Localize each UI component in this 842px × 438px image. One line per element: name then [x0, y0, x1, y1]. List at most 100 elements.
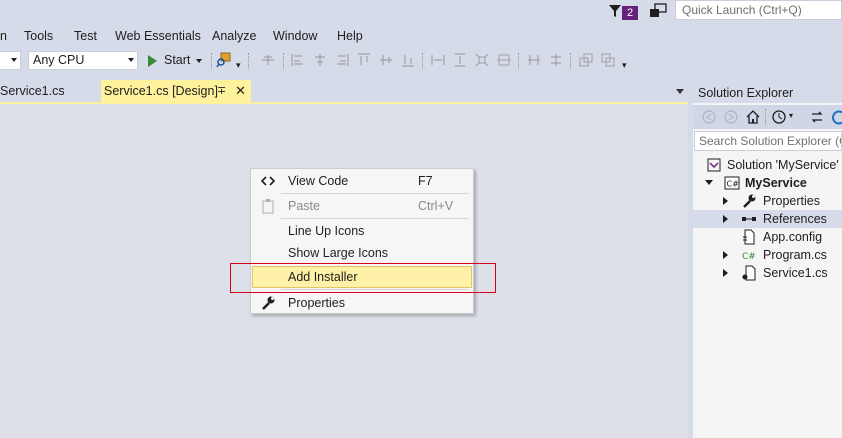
solution-explorer-pane: Solution Explorer ▾ Search Solution Expl… — [693, 83, 842, 438]
menu-item-help[interactable]: Help — [337, 29, 363, 43]
expander-closed-icon[interactable] — [723, 251, 728, 259]
menu-separator — [281, 193, 469, 194]
config-file-icon — [743, 229, 755, 245]
tree-item-label: Properties — [763, 194, 820, 208]
vertical-spacing-icon[interactable] — [548, 52, 564, 68]
svg-text:C#: C# — [727, 180, 740, 189]
find-in-files-icon[interactable] — [216, 52, 232, 68]
tree-item-label: MyService — [745, 176, 807, 190]
tree-item-label: Solution 'MyService' ( — [727, 158, 842, 172]
toolbar-separator — [518, 53, 520, 69]
tab-service1-cs[interactable]: Service1.cs — [0, 80, 98, 102]
align-centers-icon[interactable] — [312, 52, 328, 68]
feedback-icon[interactable] — [648, 2, 668, 20]
wrench-icon — [743, 194, 756, 208]
horizontal-spacing-icon[interactable] — [526, 52, 542, 68]
menu-item-properties[interactable]: Properties — [252, 292, 472, 314]
make-same-width-icon[interactable] — [430, 52, 446, 68]
size-to-grid-icon[interactable] — [474, 52, 490, 68]
menu-item-partial[interactable]: n — [0, 29, 7, 43]
bring-to-front-icon[interactable] — [578, 52, 594, 68]
menu-item-window[interactable]: Window — [273, 29, 317, 43]
expander-open-icon[interactable] — [705, 180, 713, 185]
paste-icon — [262, 199, 274, 214]
solution-explorer-title: Solution Explorer — [693, 83, 842, 103]
history-icon[interactable] — [771, 109, 787, 125]
align-tops-icon[interactable] — [356, 52, 372, 68]
menu-item-paste[interactable]: Paste Ctrl+V — [252, 195, 472, 217]
document-tab-strip: Service1.cs Service1.cs [Design] ∓ ✕ — [0, 80, 688, 102]
expander-closed-icon[interactable] — [723, 197, 728, 205]
sync-icon[interactable] — [809, 109, 825, 125]
toolbar-separator — [422, 53, 424, 69]
menu-item-label: View Code — [288, 174, 349, 188]
menu-item-test[interactable]: Test — [74, 29, 97, 43]
align-lefts-icon[interactable] — [290, 52, 306, 68]
tab-dropdown-icon[interactable] — [676, 89, 684, 94]
menu-item-web-essentials[interactable]: Web Essentials — [115, 29, 201, 43]
make-same-size-icon[interactable] — [496, 52, 512, 68]
code-icon — [260, 176, 276, 186]
align-rights-icon[interactable] — [334, 52, 350, 68]
expander-closed-icon[interactable] — [723, 269, 728, 277]
toolbar-separator — [283, 53, 285, 69]
quick-launch-input[interactable]: Quick Launch (Ctrl+Q) — [675, 0, 842, 20]
chevron-down-icon — [128, 58, 134, 62]
tree-item-label: Service1.cs — [763, 266, 828, 280]
solution-explorer-search-input[interactable]: Search Solution Explorer (C — [694, 131, 842, 151]
menu-item-label: Show Large Icons — [288, 246, 389, 260]
back-icon[interactable] — [701, 109, 717, 125]
tree-item-properties[interactable]: Properties — [693, 192, 842, 210]
csharp-file-icon: C# — [742, 252, 756, 262]
menu-item-analyze[interactable]: Analyze — [212, 29, 256, 43]
menu-item-shortcut: F7 — [418, 174, 433, 188]
configuration-dropdown[interactable] — [0, 51, 21, 70]
toolbar-overflow-icon[interactable]: ▾ — [622, 61, 628, 70]
menu-item-tools[interactable]: Tools — [24, 29, 53, 43]
start-label: Start — [164, 53, 191, 67]
tree-item-references[interactable]: References — [693, 210, 842, 228]
standard-toolbar: Any CPU Start ▾ ▾ — [0, 48, 842, 74]
tree-item-service1-cs[interactable]: Service1.cs — [693, 264, 842, 282]
menu-item-label: Properties — [288, 296, 345, 310]
refresh-icon[interactable] — [831, 109, 842, 125]
platform-dropdown[interactable]: Any CPU — [28, 51, 138, 70]
tree-item-app-config[interactable]: App.config — [693, 228, 842, 246]
annotation-highlight-box — [230, 263, 496, 293]
solution-icon — [707, 158, 721, 172]
home-icon[interactable] — [745, 109, 761, 125]
send-to-back-icon[interactable] — [600, 52, 616, 68]
notification-flag-icon — [609, 5, 621, 17]
references-icon — [742, 217, 756, 221]
notifications-button[interactable]: 2 — [606, 2, 640, 22]
align-bottoms-icon[interactable] — [400, 52, 416, 68]
toolbar-separator — [765, 109, 767, 125]
tree-item-label: References — [763, 212, 827, 226]
tab-label: Service1.cs [Design] — [104, 84, 218, 98]
menu-item-line-up-icons[interactable]: Line Up Icons — [252, 220, 472, 242]
tree-item-solution[interactable]: Solution 'MyService' ( — [693, 156, 842, 174]
solution-explorer-toolbar: ▾ — [693, 105, 842, 129]
menu-item-label: Paste — [288, 199, 320, 213]
forward-icon[interactable] — [723, 109, 739, 125]
align-icon[interactable] — [260, 52, 276, 68]
menu-bar: n Tools Test Web Essentials Analyze Wind… — [0, 26, 842, 48]
align-middles-icon[interactable] — [378, 52, 394, 68]
make-same-height-icon[interactable] — [452, 52, 468, 68]
pin-icon[interactable]: ∓ — [217, 80, 226, 102]
menu-item-shortcut: Ctrl+V — [418, 199, 454, 213]
close-icon[interactable]: ✕ — [235, 80, 246, 102]
menu-separator — [281, 218, 469, 219]
chevron-down-icon[interactable]: ▾ — [789, 111, 793, 120]
toolbar-separator — [570, 53, 572, 69]
start-debugging-button[interactable]: Start — [144, 51, 206, 70]
tab-service1-design[interactable]: Service1.cs [Design] ∓ ✕ — [101, 80, 251, 102]
tree-item-program-cs[interactable]: C# Program.cs — [693, 246, 842, 264]
toolbar-overflow-icon[interactable]: ▾ — [236, 61, 242, 70]
csharp-project-icon: C# — [724, 176, 740, 190]
expander-closed-icon[interactable] — [723, 215, 728, 223]
menu-item-show-large-icons[interactable]: Show Large Icons — [252, 242, 472, 264]
tab-label: Service1.cs — [0, 84, 65, 98]
menu-item-view-code[interactable]: View Code F7 — [252, 170, 472, 192]
tree-item-myservice[interactable]: C# MyService — [693, 174, 842, 192]
